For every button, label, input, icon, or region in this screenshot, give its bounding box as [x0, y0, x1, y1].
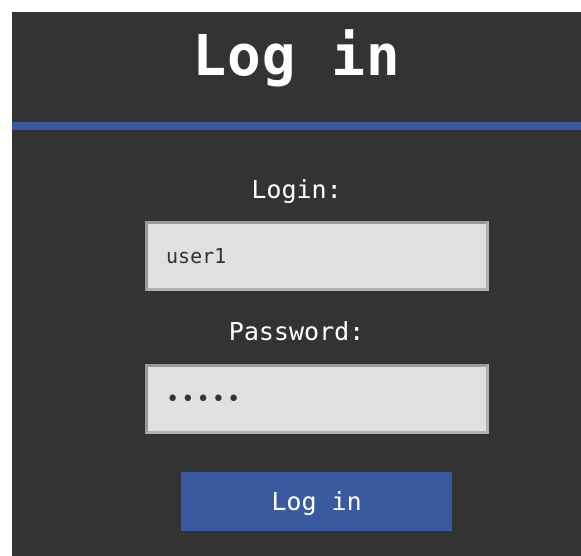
header-divider: [12, 122, 581, 130]
header: Log in: [12, 12, 581, 122]
login-panel: Log in Login: Password: Log in: [12, 12, 581, 556]
password-input[interactable]: [145, 364, 489, 434]
password-label: Password:: [228, 317, 365, 346]
login-input[interactable]: [145, 221, 489, 291]
login-button[interactable]: Log in: [181, 472, 452, 531]
login-label: Login:: [251, 175, 342, 204]
page-title: Log in: [192, 24, 401, 89]
